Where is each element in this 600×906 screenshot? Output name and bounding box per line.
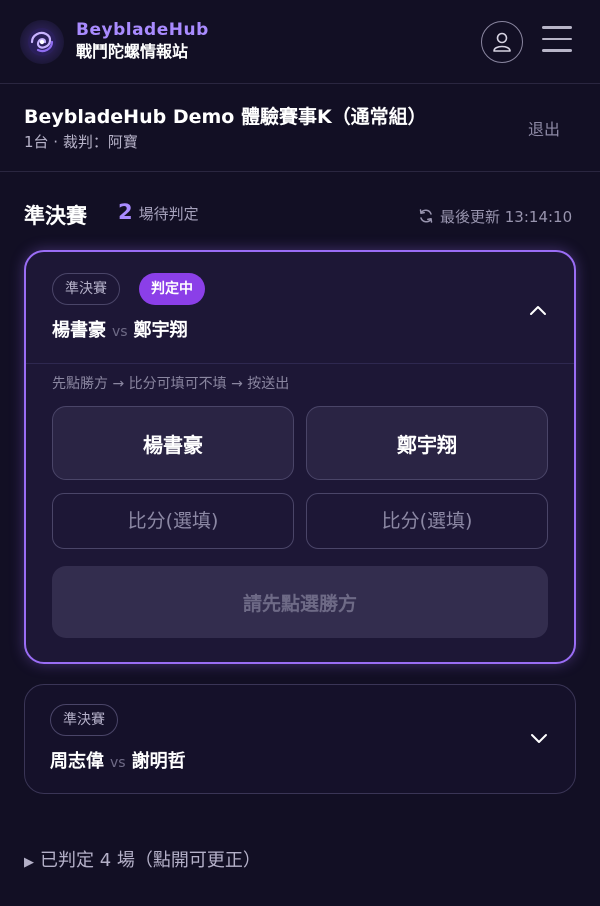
status-badge: 判定中 bbox=[139, 273, 205, 305]
hamburger-menu-icon[interactable] bbox=[542, 26, 574, 56]
brand-subtitle: 戰鬥陀螺情報站 bbox=[76, 42, 189, 61]
beyblade-swirl-icon[interactable] bbox=[20, 20, 64, 64]
card-divider bbox=[26, 363, 574, 364]
pick-winner-b-button[interactable]: 鄭宇翔 bbox=[306, 406, 548, 480]
submit-button[interactable]: 請先點選勝方 bbox=[52, 566, 548, 638]
brand-name: BeybladeHub bbox=[76, 20, 209, 40]
match-card-collapsed[interactable]: 準決賽 周志偉 vs 謝明哲 bbox=[24, 684, 576, 794]
event-title: BeybladeHub Demo 體驗賽事K（通常組） bbox=[24, 106, 427, 128]
round-title: 準決賽 bbox=[24, 204, 87, 228]
match-players: 楊書豪 vs 鄭宇翔 bbox=[52, 316, 188, 342]
player-a-name: 周志偉 bbox=[50, 751, 104, 772]
event-subtitle: 1台 · 裁判：阿寶 bbox=[24, 133, 138, 151]
last-updated-label: 最後更新 13:14:10 bbox=[440, 208, 573, 226]
pick-winner-a-button[interactable]: 楊書豪 bbox=[52, 406, 294, 480]
match-card-active: 準決賽 判定中 楊書豪 vs 鄭宇翔 先點勝方 → 比分可填可不填 → 按送出 楊書… bbox=[24, 250, 576, 664]
score-b-input[interactable] bbox=[306, 493, 548, 549]
score-a-input[interactable] bbox=[52, 493, 294, 549]
app-header: BeybladeHub 戰鬥陀螺情報站 bbox=[0, 0, 600, 84]
refresh-icon bbox=[419, 209, 433, 223]
pending-summary: 2 場待判定 bbox=[118, 200, 199, 224]
judging-hint: 先點勝方 → 比分可填可不填 → 按送出 bbox=[52, 376, 290, 392]
chevron-down-icon[interactable] bbox=[529, 732, 549, 746]
pending-label: 場待判定 bbox=[138, 205, 199, 223]
player-b-name: 鄭宇翔 bbox=[133, 320, 188, 341]
event-bar: BeybladeHub Demo 體驗賽事K（通常組） 1台 · 裁判：阿寶 退… bbox=[0, 84, 600, 172]
pending-count: 2 bbox=[118, 200, 133, 224]
judged-label: 已判定 4 場（點開可更正） bbox=[40, 850, 261, 871]
disclosure-triangle-icon: ▶ bbox=[24, 855, 34, 870]
match-players: 周志偉 vs 謝明哲 bbox=[50, 747, 186, 773]
vs-label: vs bbox=[110, 755, 126, 771]
chevron-up-icon[interactable] bbox=[528, 303, 548, 317]
user-account-button[interactable] bbox=[481, 21, 523, 63]
last-updated[interactable]: 最後更新 13:14:10 bbox=[418, 206, 572, 227]
player-b-name: 謝明哲 bbox=[131, 751, 186, 772]
round-tag: 準決賽 bbox=[50, 704, 118, 736]
player-a-name: 楊書豪 bbox=[52, 320, 106, 341]
vs-label: vs bbox=[112, 324, 128, 340]
user-icon bbox=[493, 32, 511, 52]
logout-link[interactable]: 退出 bbox=[528, 116, 560, 140]
judged-matches-toggle[interactable]: ▶ 已判定 4 場（點開可更正） bbox=[24, 846, 261, 872]
round-tag: 準決賽 bbox=[52, 273, 120, 305]
brand[interactable]: BeybladeHub 戰鬥陀螺情報站 bbox=[76, 20, 209, 63]
